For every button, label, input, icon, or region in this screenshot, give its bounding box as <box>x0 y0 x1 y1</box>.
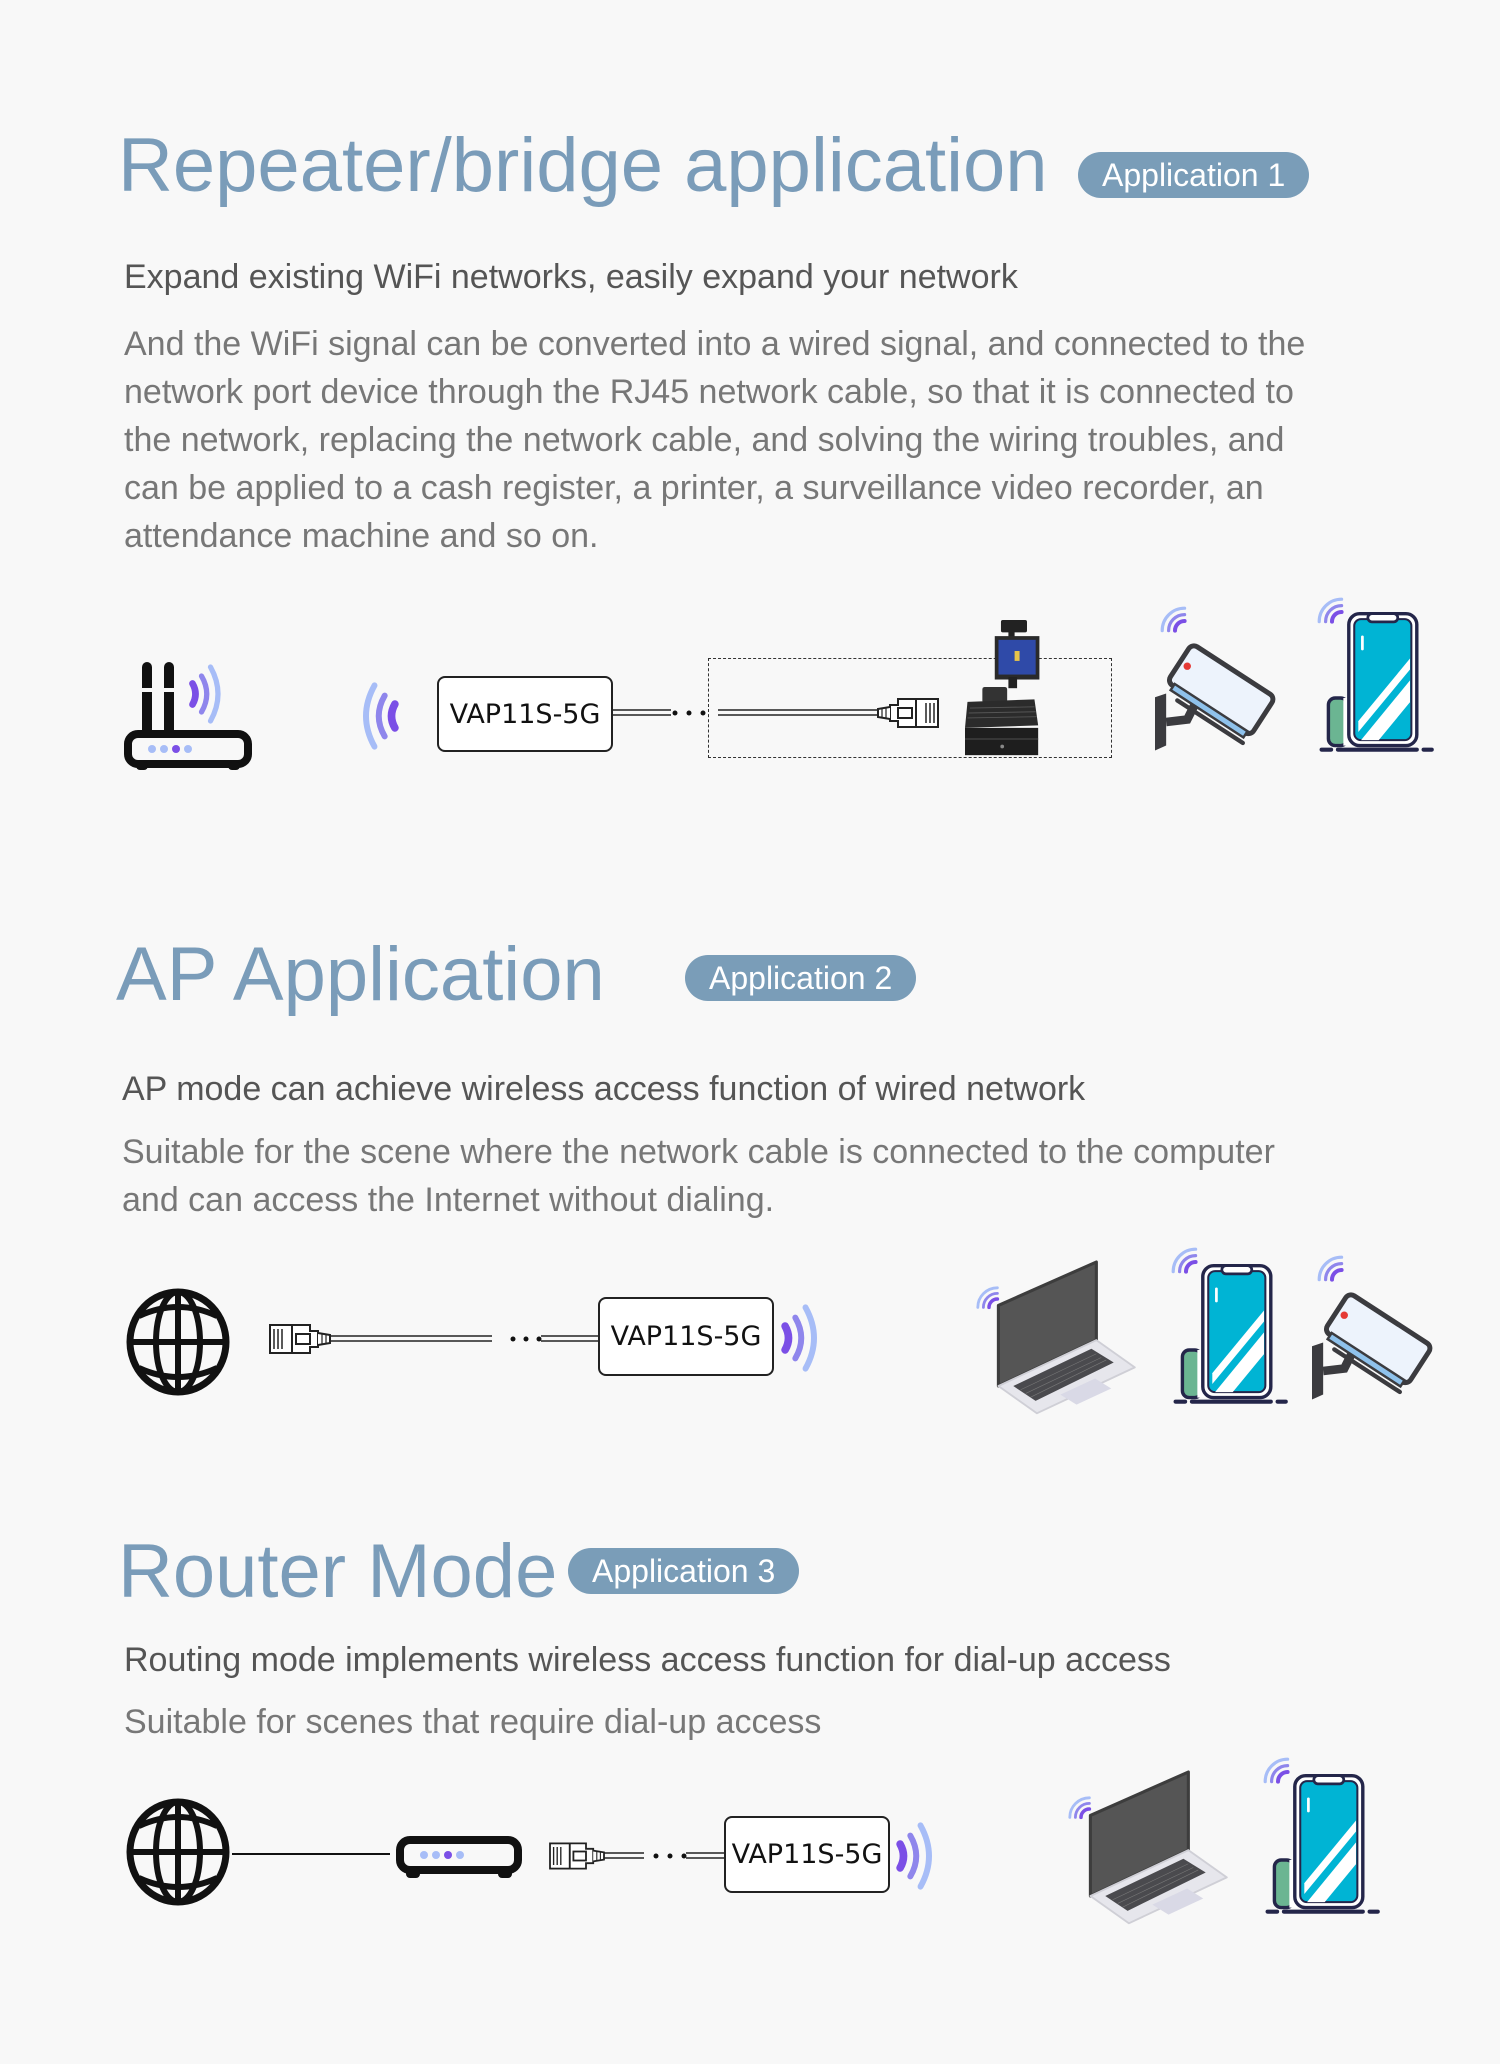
description-line: Suitable for the scene where the network… <box>122 1133 1275 1171</box>
section-title: Repeater/bridge application <box>118 123 1048 208</box>
description-line: And the WiFi signal can be converted int… <box>124 325 1306 363</box>
wifi-signal-icon <box>780 1338 840 1418</box>
globe-icon <box>127 1800 232 1906</box>
section-subtitle: AP mode can achieve wireless access func… <box>122 1070 1086 1108</box>
description-line: and can access the Internet without dial… <box>122 1181 775 1219</box>
description-line: network port device through the RJ45 net… <box>124 373 1294 411</box>
security-camera-icon <box>1155 605 1285 755</box>
rj45-plug-icon <box>269 1324 331 1354</box>
laptop-icon <box>976 1260 1137 1415</box>
security-camera-icon <box>1312 1254 1452 1404</box>
section-description: Suitable for the scene where the network… <box>122 1128 1462 1224</box>
rj45-plug-icon <box>549 1842 605 1870</box>
description-line: Suitable for scenes that require dial-up… <box>124 1703 822 1741</box>
description-line: can be applied to a cash register, a pri… <box>124 469 1264 507</box>
section-description: And the WiFi signal can be converted int… <box>124 320 1464 560</box>
ethernet-cable <box>718 709 878 716</box>
section-title: Router Mode <box>118 1529 558 1614</box>
globe-icon <box>127 1290 232 1396</box>
laptop-icon <box>1068 1770 1229 1925</box>
application-badge: Application 2 <box>685 955 917 1001</box>
ethernet-cable <box>613 709 706 716</box>
wan-cable <box>232 1853 390 1855</box>
section-subtitle: Routing mode implements wireless access … <box>124 1641 1171 1679</box>
description-line: the network, replacing the network cable… <box>124 421 1285 459</box>
vap-device: VAP11S-5G <box>598 1297 774 1376</box>
wifi-signal-icon <box>895 1856 955 1936</box>
ethernet-cable <box>604 1852 726 1859</box>
modem-icon <box>400 1840 525 1884</box>
ethernet-cable <box>330 1335 598 1342</box>
smartphone-icon <box>1308 596 1438 756</box>
vap-device: VAP11S-5G <box>724 1816 890 1893</box>
application-badge: Application 3 <box>568 1548 800 1594</box>
cash-register-icon <box>964 619 1041 756</box>
section-description: Suitable for scenes that require dial-up… <box>124 1698 1464 1746</box>
vap-device: VAP11S-5G <box>437 676 613 752</box>
section-subtitle: Expand existing WiFi networks, easily ex… <box>124 258 1018 296</box>
smartphone-icon <box>1162 1248 1292 1408</box>
wifi-signal-icon <box>188 694 248 774</box>
smartphone-icon <box>1254 1758 1384 1918</box>
section-title: AP Application <box>116 932 605 1017</box>
application-badge: Application 1 <box>1078 152 1310 198</box>
description-line: attendance machine and so on. <box>124 517 599 555</box>
